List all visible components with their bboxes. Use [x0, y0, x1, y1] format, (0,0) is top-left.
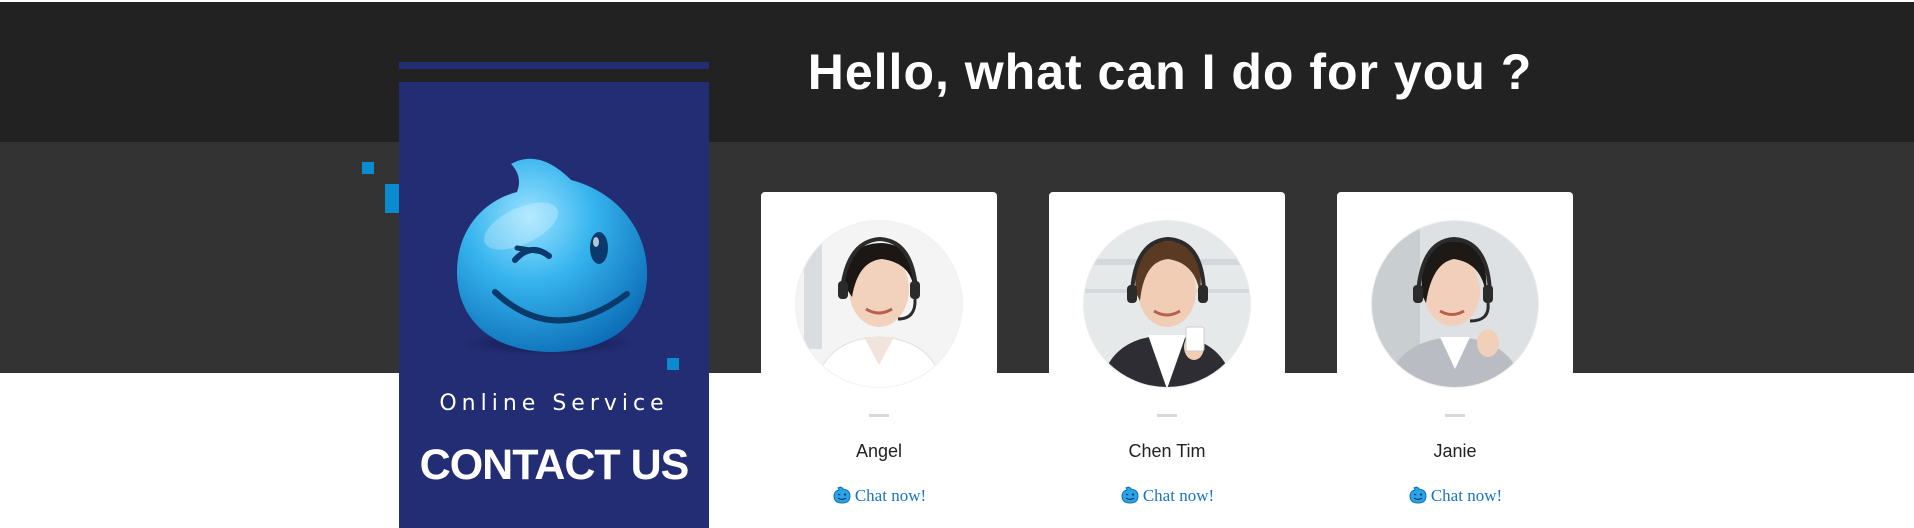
- online-service-banner: Hello, what can I do for you ? Online Se…: [0, 0, 1914, 528]
- agent-name: Angel: [855, 441, 903, 461]
- card-divider: [869, 414, 889, 417]
- agent-avatar: [1371, 220, 1539, 388]
- chat-now-label: Chat now!: [1142, 486, 1215, 505]
- chat-now-link[interactable]: Chat now!: [1049, 485, 1285, 506]
- agent-card: Janie Chat now!: [1337, 192, 1573, 528]
- card-divider: [1445, 414, 1465, 417]
- smiley-chat-icon: [1409, 486, 1427, 504]
- smiley-chat-icon: [1121, 486, 1139, 504]
- agent-avatar: [795, 220, 963, 388]
- decor-square-small: [362, 162, 374, 174]
- headline: Hello, what can I do for you ?: [807, 44, 1533, 100]
- agent-name: Chen Tim: [1128, 441, 1206, 461]
- agent-card: Chen Tim Chat now!: [1049, 192, 1285, 528]
- panel-subtitle: Online Service: [439, 391, 669, 416]
- decor-square-panel: [667, 358, 679, 370]
- chat-now-link[interactable]: Chat now!: [761, 485, 997, 506]
- agent-avatar: [1083, 220, 1251, 388]
- chat-now-label: Chat now!: [1430, 486, 1503, 505]
- agent-card: Angel Chat now!: [761, 192, 997, 528]
- panel-title: CONTACT US: [419, 441, 690, 489]
- winking-droplet-mascot-icon: [457, 158, 648, 356]
- contact-panel: Online Service CONTACT US: [399, 82, 709, 528]
- card-divider: [1157, 414, 1177, 417]
- panel-top-bar: [399, 62, 709, 69]
- agent-name: Janie: [1433, 441, 1477, 461]
- chat-now-link[interactable]: Chat now!: [1337, 485, 1573, 506]
- smiley-chat-icon: [833, 486, 851, 504]
- chat-now-label: Chat now!: [854, 486, 927, 505]
